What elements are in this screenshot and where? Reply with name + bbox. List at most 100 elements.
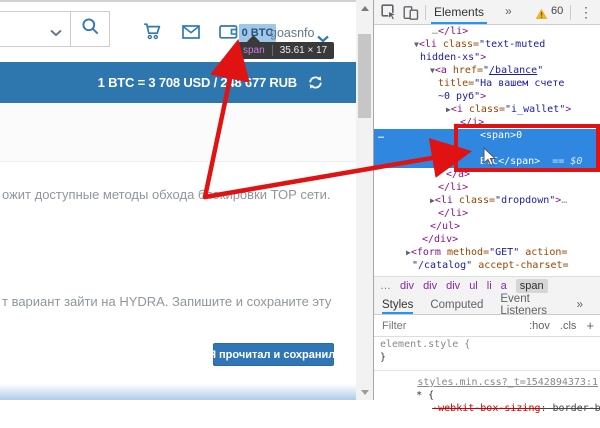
inspect-element-button[interactable]	[381, 4, 397, 26]
code-token: </li>	[438, 208, 468, 219]
search-category-select[interactable]	[0, 11, 72, 47]
site-page: 0 BTC goasnfo span 35.61 × 17 1 BTC = 3 …	[0, 0, 373, 400]
code-token: BTC	[480, 156, 498, 167]
breadcrumb-item[interactable]: …	[380, 280, 391, 292]
refresh-icon[interactable]	[307, 74, 324, 91]
new-style-rule-button[interactable]: +	[586, 318, 594, 333]
styles-tabbar: Styles Computed Event Listeners »	[374, 295, 600, 315]
dom-tree-line[interactable]	[374, 142, 600, 155]
dom-tree-line[interactable]: … <span>0	[374, 129, 600, 142]
cart-button[interactable]	[143, 23, 162, 45]
code-token: "text-muted	[479, 39, 545, 50]
dom-tree-line[interactable]: </a>	[374, 168, 600, 181]
scrollbar-down-button[interactable]	[356, 384, 373, 400]
code-token: "GET"	[489, 247, 519, 258]
breadcrumb-item[interactable]: div	[446, 280, 460, 292]
code-token: >	[565, 104, 571, 115]
styles-tab[interactable]: Event Listeners	[500, 295, 559, 314]
devtools-menu-button[interactable]: ⋮	[579, 4, 593, 21]
more-tabs-button[interactable]: »	[505, 4, 512, 18]
code-token: hidden-xs"	[420, 52, 480, 63]
exchange-rate-bar: 1 BTC = 3 708 USD / 248 677 RUB	[0, 62, 373, 103]
arrow-down-icon	[361, 390, 369, 395]
element-classes-toggle[interactable]: .cls	[560, 320, 577, 332]
device-toolbar-icon	[403, 5, 419, 21]
code-token: "i_wallet"	[505, 104, 565, 115]
dom-tree-line[interactable]: hidden-xs">	[374, 51, 600, 64]
styles-tab[interactable]: Computed	[430, 295, 483, 314]
code-token: <li	[435, 195, 453, 206]
dom-tree-line[interactable]: BTC</span> == $0	[374, 155, 600, 168]
tab-elements[interactable]: Elements	[434, 5, 484, 19]
dom-breadcrumb: …divdivdivulliaspan	[374, 276, 600, 295]
breadcrumb-item[interactable]: ul	[469, 280, 478, 292]
dom-tree-line[interactable]: ▶<li class="dropdown">…	[374, 194, 600, 207]
dom-tree-line[interactable]: </li>	[374, 207, 600, 220]
dom-tree-line[interactable]: …</i>	[374, 116, 600, 129]
dom-tree-line[interactable]: title="На вашем счете	[374, 77, 600, 90]
code-token: "На вашем счете	[474, 78, 564, 89]
code-token: </a>	[446, 169, 470, 180]
warning-count[interactable]: 60	[551, 5, 563, 17]
pseudo-state-toggle[interactable]: :hov	[529, 320, 550, 332]
code-token: == $0	[540, 156, 582, 167]
breadcrumb-item[interactable]: li	[487, 280, 492, 292]
rule-divider	[374, 370, 600, 371]
code-token: ~0 руб"	[438, 91, 480, 102]
code-token: "/catalog"	[412, 260, 472, 271]
selected-node-gutter[interactable]: …	[378, 129, 385, 142]
inspect-cursor-icon	[381, 4, 397, 21]
dom-tree-line[interactable]: </div>	[374, 233, 600, 246]
code-token: "dropdown"	[495, 195, 555, 206]
dom-tree-line[interactable]: ~0 руб">	[374, 90, 600, 103]
modal-paragraph-bottom: т вариант зайти на HYDRA. Запишите и сох…	[2, 294, 331, 309]
inspected-size: 35.61 × 17	[272, 45, 328, 56]
css-property-name: -webkit-box-sizing	[432, 403, 540, 414]
universal-rule-selector[interactable]: * { styles.min.css?_t=1542894373:1	[374, 376, 600, 389]
messages-button[interactable]	[182, 25, 200, 44]
dom-tree-line[interactable]: "/catalog" accept-charset=	[374, 259, 600, 272]
code-token: </ul>	[430, 221, 460, 232]
code-token: <span>	[480, 130, 516, 141]
account-menu[interactable]: goasnfo	[270, 26, 314, 40]
css-property-line[interactable]: -webkit-box-sizing: border-box;	[374, 389, 600, 402]
confirm-read-button[interactable]: Я прочитал и сохранил!	[213, 343, 334, 366]
device-toolbar-button[interactable]	[403, 5, 419, 26]
wallet-button[interactable]	[219, 25, 238, 44]
breadcrumb-item[interactable]: span	[516, 279, 548, 293]
devtools-toolbar: Elements » 60 ⋮	[374, 0, 600, 25]
code-token: <a	[435, 65, 447, 76]
dom-tree-line[interactable]: </li>	[374, 181, 600, 194]
dom-tree-line[interactable]: ▶<i class="i_wallet">	[374, 103, 600, 116]
code-token: >	[480, 52, 486, 63]
code-token: 0	[516, 130, 522, 141]
code-token: </li>	[438, 26, 468, 37]
dom-tree-line[interactable]: …</li>	[374, 25, 600, 38]
element-style-selector[interactable]: element.style {	[374, 338, 600, 351]
styles-tab[interactable]: »	[577, 295, 583, 314]
dom-tree: …</li>▼<li class="text-mutedhidden-xs">▼…	[374, 25, 600, 272]
styles-rules: element.style { } * { styles.min.css?_t=…	[374, 338, 600, 402]
code-token: </div>	[422, 234, 458, 245]
dom-tree-line[interactable]: </ul>	[374, 220, 600, 233]
search-button[interactable]	[70, 11, 110, 47]
devtools-panel: Elements » 60 ⋮ …</li>▼<li class="text-m…	[373, 0, 600, 400]
code-token: <i	[451, 104, 463, 115]
breadcrumb-item[interactable]: a	[501, 280, 507, 292]
bottom-fade	[0, 384, 356, 400]
code-token: class=	[437, 39, 479, 50]
page-top-border	[0, 0, 373, 2]
breadcrumb-item[interactable]: div	[400, 280, 414, 292]
breadcrumb-item[interactable]: div	[423, 280, 437, 292]
styles-tab[interactable]: Styles	[382, 295, 413, 314]
styles-filter-input[interactable]	[380, 319, 519, 333]
dom-tree-line[interactable]: ▼<a href="/balance"	[374, 64, 600, 77]
exchange-rate-text: 1 BTC = 3 708 USD / 248 677 RUB	[98, 75, 297, 90]
dom-tree-line[interactable]: ▼<li class="text-muted	[374, 38, 600, 51]
code-token: >	[480, 91, 486, 102]
dom-tree-line[interactable]: ▶<form method="GET" action=	[374, 246, 600, 259]
arrow-up-icon	[361, 6, 369, 11]
stylesheet-link[interactable]: styles.min.css?_t=1542894373:1	[417, 376, 598, 389]
scrollbar-up-button[interactable]	[356, 0, 373, 16]
scrollbar-thumb[interactable]	[358, 34, 371, 118]
